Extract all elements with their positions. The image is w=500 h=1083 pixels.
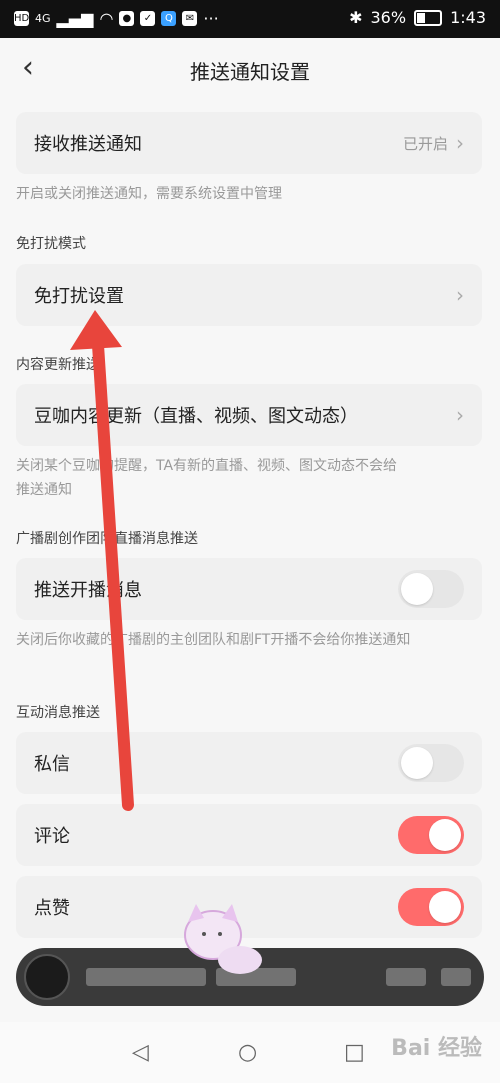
receive-push-row[interactable]: 接收推送通知 已开启 › [16, 112, 482, 174]
status-icons-right: ✱ 36% 1:43 [349, 8, 486, 27]
more-icon: ··· [203, 9, 219, 28]
battery-percent: 36% [370, 8, 407, 27]
mail-icon: ✉ [182, 11, 198, 26]
nav-home-icon[interactable]: ○ [238, 1040, 257, 1065]
live-push-label: 推送开播消息 [34, 580, 142, 601]
interaction-card-comment: 评论 [16, 804, 482, 866]
drama-note: 关闭后你收藏的广播剧的主创团队和剧FT开播不会给你推送通知 [16, 632, 411, 648]
drama-section-title: 广播剧创作团队直播消息推送 [16, 531, 198, 547]
chevron-right-icon: › [456, 131, 464, 155]
player-control-blur [386, 968, 426, 986]
dnd-settings-label: 免打扰设置 [34, 286, 124, 307]
app-icon: ● [119, 11, 135, 26]
content-update-row[interactable]: 豆咖内容更新（直播、视频、图文动态） › [16, 384, 482, 446]
like-toggle[interactable] [398, 888, 464, 926]
content-update-note: 关闭某个豆咖的提醒，TA有新的直播、视频、图文动态不会给 推送通知 [16, 454, 486, 502]
shield-icon: ✓ [140, 11, 156, 26]
dm-label: 私信 [34, 754, 70, 775]
toggle-knob [401, 747, 433, 779]
dnd-section-title: 免打扰模式 [16, 236, 86, 252]
comment-toggle[interactable] [398, 816, 464, 854]
page-title: 推送通知设置 [190, 60, 310, 84]
content-update-section-title: 内容更新推送 [16, 357, 100, 373]
interaction-section-title: 互动消息推送 [16, 705, 100, 721]
player-control-blur [441, 968, 471, 986]
signal-icon: ▂▄▆ [56, 9, 94, 28]
network-label: 4G [35, 12, 51, 25]
nav-bar: ‹ 推送通知设置 [0, 38, 500, 102]
toggle-knob [429, 819, 461, 851]
content-update-card: 豆咖内容更新（直播、视频、图文动态） › [16, 384, 482, 446]
content-update-note-line1: 关闭某个豆咖的提醒，TA有新的直播、视频、图文动态不会给 [16, 458, 398, 474]
content-update-note-line2: 推送通知 [16, 482, 72, 498]
nav-back-icon[interactable]: ◁ [132, 1040, 149, 1065]
watermark: Bai 经验 [391, 1036, 482, 1061]
drama-card: 推送开播消息 [16, 558, 482, 620]
comment-row: 评论 [16, 804, 482, 866]
clock: 1:43 [450, 8, 486, 27]
receive-push-label: 接收推送通知 [34, 134, 142, 155]
comment-label: 评论 [34, 826, 70, 847]
disc-icon [24, 954, 70, 1000]
dm-toggle[interactable] [398, 744, 464, 782]
toggle-knob [429, 891, 461, 923]
status-icons-left: HD 4G ▂▄▆ ◠ ● ✓ Q ✉ ··· [14, 9, 219, 28]
wifi-icon: ◠ [99, 9, 114, 28]
content-update-label: 豆咖内容更新（直播、视频、图文动态） [34, 406, 358, 427]
receive-note: 开启或关闭推送通知，需要系统设置中管理 [16, 186, 282, 202]
chevron-right-icon: › [456, 403, 464, 427]
search-app-icon: Q [161, 11, 177, 26]
nav-recent-icon[interactable]: □ [344, 1040, 365, 1065]
bluetooth-icon: ✱ [349, 8, 363, 27]
live-push-row: 推送开播消息 [16, 558, 482, 620]
toggle-knob [401, 573, 433, 605]
status-bar: HD 4G ▂▄▆ ◠ ● ✓ Q ✉ ··· ✱ 36% 1:43 [0, 0, 500, 38]
interaction-card-dm: 私信 [16, 732, 482, 794]
cat-sticker [184, 904, 262, 974]
receive-card: 接收推送通知 已开启 › [16, 112, 482, 174]
dnd-settings-row[interactable]: 免打扰设置 › [16, 264, 482, 326]
live-push-toggle[interactable] [398, 570, 464, 608]
receive-push-status: 已开启 [402, 134, 448, 153]
chevron-right-icon: › [456, 283, 464, 307]
dm-row: 私信 [16, 732, 482, 794]
hd-icon: HD [14, 11, 30, 26]
battery-icon [414, 9, 443, 26]
dnd-card: 免打扰设置 › [16, 264, 482, 326]
